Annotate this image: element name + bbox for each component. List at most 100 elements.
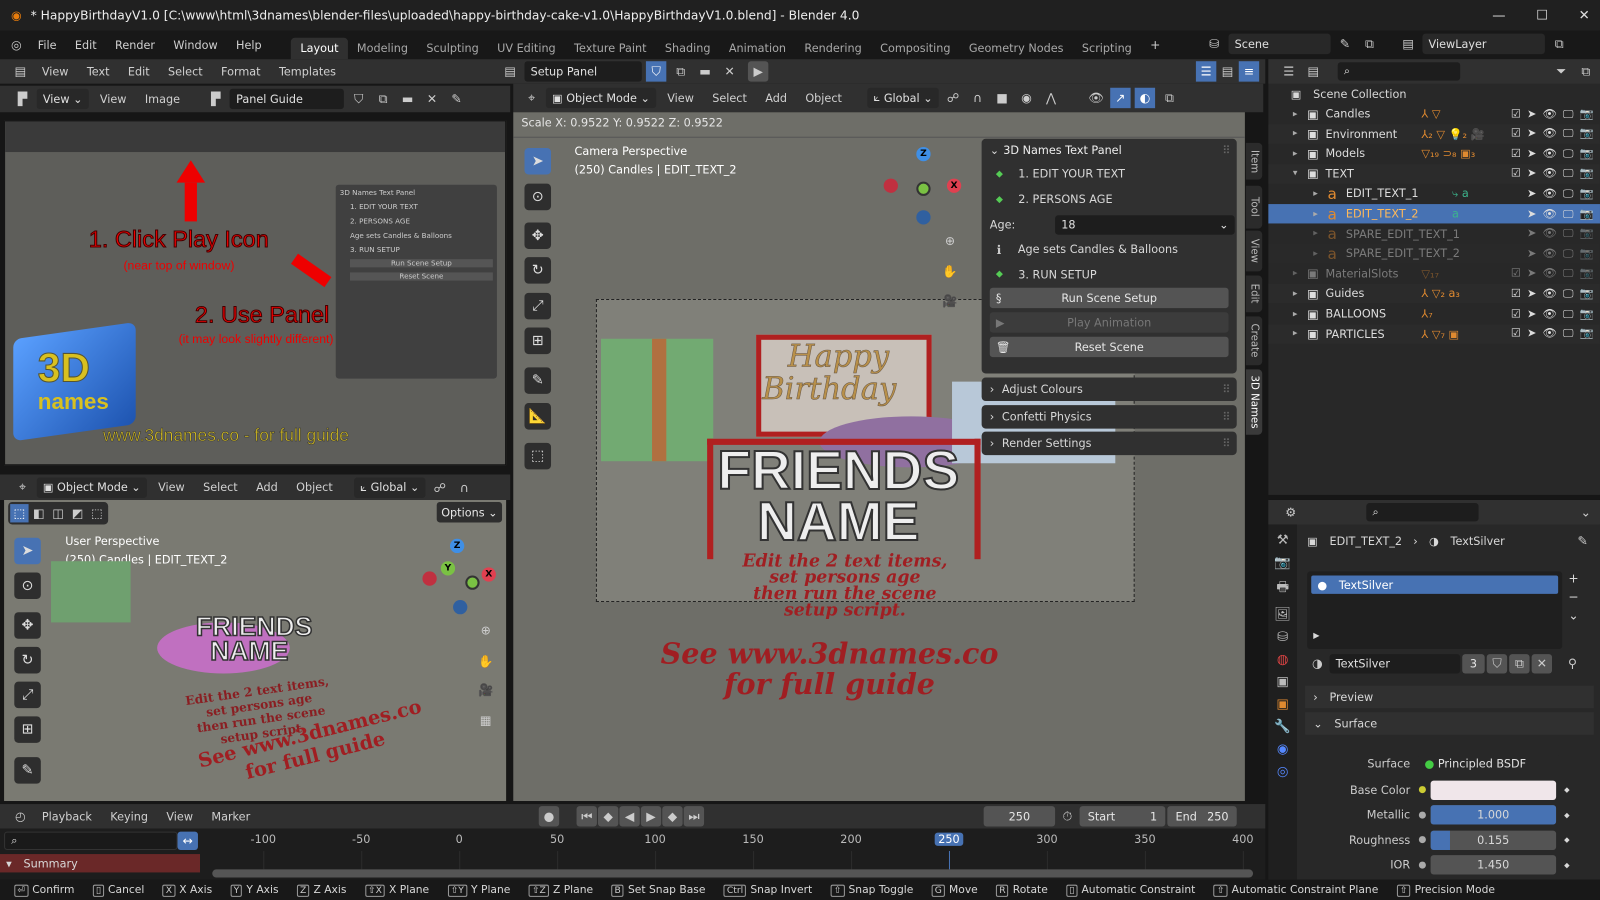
menu-help[interactable]: Help <box>229 38 269 51</box>
play-reverse-icon[interactable]: ◀ <box>619 806 640 827</box>
jump-end-icon[interactable]: ⏭ <box>683 806 705 827</box>
selectable-icon[interactable]: ➤ <box>1527 187 1536 201</box>
new-collection-icon[interactable]: ⧉ <box>1575 61 1595 81</box>
outliner-item-text[interactable]: ▾ ▣ TEXT ☑ ➤ 👁 🖵 📷 <box>1268 164 1600 184</box>
camera-icon[interactable]: 📷 <box>1580 187 1594 201</box>
eye-icon[interactable]: 👁 <box>1543 167 1557 181</box>
drag-handle-icon[interactable]: ⠿ <box>1222 143 1230 156</box>
sidebar-tab-create[interactable]: Create <box>1245 316 1263 366</box>
exclude-checkbox[interactable]: ☑ <box>1511 167 1521 181</box>
fake-user-icon[interactable]: ⛉ <box>1486 653 1508 673</box>
pin-icon[interactable]: ✎ <box>1572 531 1592 551</box>
expand-arrow-icon[interactable]: ▸ <box>1313 189 1318 199</box>
new-text-icon[interactable]: ⧉ <box>670 61 690 81</box>
socket-icon[interactable]: ● <box>1418 835 1426 845</box>
zoom-icon[interactable]: ⊕ <box>940 231 960 251</box>
tab-sculpting[interactable]: Sculpting <box>417 38 488 59</box>
sidebar-tab-view[interactable]: View <box>1245 230 1263 272</box>
menu-view[interactable]: View <box>159 810 200 823</box>
selectable-icon[interactable]: ➤ <box>1527 287 1536 301</box>
outliner-item-materialslots[interactable]: ▸ ▣ MaterialSlots ▽₁₇ ☑ ➤ 👁 🖵 📷 <box>1268 264 1600 283</box>
eye-icon[interactable]: 👁 <box>1543 147 1557 161</box>
tool-tab-icon[interactable]: ⚒ <box>1277 533 1289 548</box>
select-invert-icon[interactable]: ◩ <box>68 504 86 522</box>
scene-selector[interactable]: Scene <box>1228 33 1331 55</box>
selectable-icon[interactable]: ➤ <box>1527 167 1536 181</box>
menu-edit[interactable]: Edit <box>68 38 104 51</box>
editor-type-icon[interactable]: ▤ <box>10 61 30 81</box>
sidebar-tab-edit[interactable]: Edit <box>1245 275 1263 313</box>
subpanel-render-settings[interactable]: › Render Settings ⠿ <box>981 431 1237 456</box>
gizmo-z[interactable]: Z <box>449 538 465 554</box>
selectable-icon[interactable]: ➤ <box>1527 247 1536 261</box>
expand-arrow-icon[interactable]: ▸ <box>1293 329 1298 339</box>
playhead-frame-label[interactable]: 250 <box>934 832 964 846</box>
image-name-field[interactable]: Panel Guide <box>229 88 345 110</box>
add-slot-button[interactable]: + <box>1568 571 1578 585</box>
outliner-item-balloons[interactable]: ▸ ▣ BALLOONS ⅄₇ ☑ ➤ 👁 🖵 📷 <box>1268 304 1600 323</box>
view-layer-selector[interactable]: ViewLayer <box>1422 33 1545 55</box>
proportional-edit-icon[interactable]: ◉ <box>1016 88 1036 108</box>
expand-arrow-icon[interactable]: ▾ <box>1293 169 1298 179</box>
move-tool[interactable]: ✥ <box>524 222 552 249</box>
outliner-item-candles[interactable]: ▸ ▣ Candles ⅄ ▽ ☑ ➤ 👁 🖵 📷 <box>1268 104 1600 123</box>
camera-icon[interactable]: 📷 <box>1580 267 1594 281</box>
pivot-icon[interactable]: ☍ <box>943 88 963 108</box>
outliner-item-guides[interactable]: ▸ ▣ Guides ⅄ ▽₂ a₃ ☑ ➤ 👁 🖵 📷 <box>1268 284 1600 304</box>
view-mode-dropdown[interactable]: View ⌄ <box>36 88 89 110</box>
prop-value-field[interactable]: 1.450 <box>1430 855 1556 875</box>
selectable-icon[interactable]: ➤ <box>1527 267 1536 281</box>
outliner-item-spare_edit_text_1[interactable]: ▸ a SPARE_EDIT_TEXT_1 ➤ 👁 🖵 📷 <box>1268 224 1600 243</box>
prop-value-field[interactable] <box>1430 780 1556 800</box>
view-layer-tab-icon[interactable]: 🖼 <box>1274 607 1291 622</box>
gizmo-z[interactable]: Z <box>916 146 931 162</box>
drag-handle-icon[interactable]: ⠿ <box>1222 410 1230 423</box>
expand-arrow-icon[interactable]: ▸ <box>1293 309 1298 319</box>
editor-type-icon[interactable]: ⌖ <box>12 477 32 497</box>
chevron-down-icon[interactable]: ⌄ <box>1575 502 1595 522</box>
selectable-icon[interactable]: ➤ <box>1527 207 1536 221</box>
eye-icon[interactable]: 👁 <box>1543 247 1557 261</box>
camera-icon[interactable]: 📷 <box>1580 107 1594 121</box>
socket-icon[interactable]: ● <box>1418 810 1426 820</box>
tab-modeling[interactable]: Modeling <box>348 38 417 59</box>
close-button[interactable]: ✕ <box>1579 8 1590 23</box>
monitor-icon[interactable]: 🖵 <box>1563 247 1574 261</box>
display-mode-icon[interactable]: ▤ <box>1303 61 1323 81</box>
new-image-icon[interactable]: ⧉ <box>373 89 393 109</box>
measure-tool[interactable]: 📐 <box>524 403 552 430</box>
minimize-button[interactable]: — <box>1492 8 1505 23</box>
menu-format[interactable]: Format <box>214 65 268 78</box>
monitor-icon[interactable]: 🖵 <box>1563 307 1574 321</box>
expand-icon[interactable]: ▶ <box>1313 631 1319 640</box>
expand-arrow-icon[interactable]: ▸ <box>1293 269 1298 279</box>
selectable-icon[interactable]: ➤ <box>1527 307 1536 321</box>
sidebar-tab-item[interactable]: Item <box>1245 142 1263 180</box>
monitor-icon[interactable]: 🖵 <box>1563 207 1574 221</box>
outliner-item-particles[interactable]: ▸ ▣ PARTICLES ⅄ ▽₇ ▣ ☑ ➤ 👁 🖵 📷 <box>1268 324 1600 344</box>
exclude-checkbox[interactable]: ☑ <box>1511 127 1521 141</box>
menu-window[interactable]: Window <box>166 38 225 51</box>
timeline-search-input[interactable]: ⌕ <box>4 831 178 850</box>
tab-compositing[interactable]: Compositing <box>871 38 960 59</box>
sidebar-tab-tool[interactable]: Tool <box>1245 185 1263 229</box>
sync-icon[interactable]: ↔ <box>177 831 198 850</box>
scene-icon[interactable]: ⛁ <box>1204 34 1224 54</box>
unlink-image-icon[interactable]: ✕ <box>422 89 442 109</box>
image-browse-icon[interactable]: ▛ <box>205 89 225 109</box>
material-browse-icon[interactable]: ◑ <box>1307 653 1327 673</box>
unlink-material-icon[interactable]: ✕ <box>1531 653 1553 673</box>
menu-select[interactable]: Select <box>196 481 245 494</box>
users-count[interactable]: 3 <box>1462 653 1485 673</box>
record-icon[interactable]: ● <box>538 806 560 827</box>
monitor-icon[interactable]: 🖵 <box>1563 327 1574 341</box>
drag-handle-icon[interactable]: ⠿ <box>1222 383 1230 396</box>
properties-search-input[interactable]: ⌕ <box>1366 503 1479 522</box>
cursor-tool[interactable]: ⊙ <box>524 183 552 211</box>
gizmo-x[interactable]: X <box>946 178 962 193</box>
socket-icon[interactable]: ● <box>1418 785 1426 795</box>
exclude-checkbox[interactable]: ☑ <box>1511 147 1521 161</box>
monitor-icon[interactable]: 🖵 <box>1563 127 1574 141</box>
exclude-checkbox[interactable]: ☑ <box>1511 267 1521 281</box>
expand-arrow-icon[interactable]: ▸ <box>1293 109 1298 119</box>
